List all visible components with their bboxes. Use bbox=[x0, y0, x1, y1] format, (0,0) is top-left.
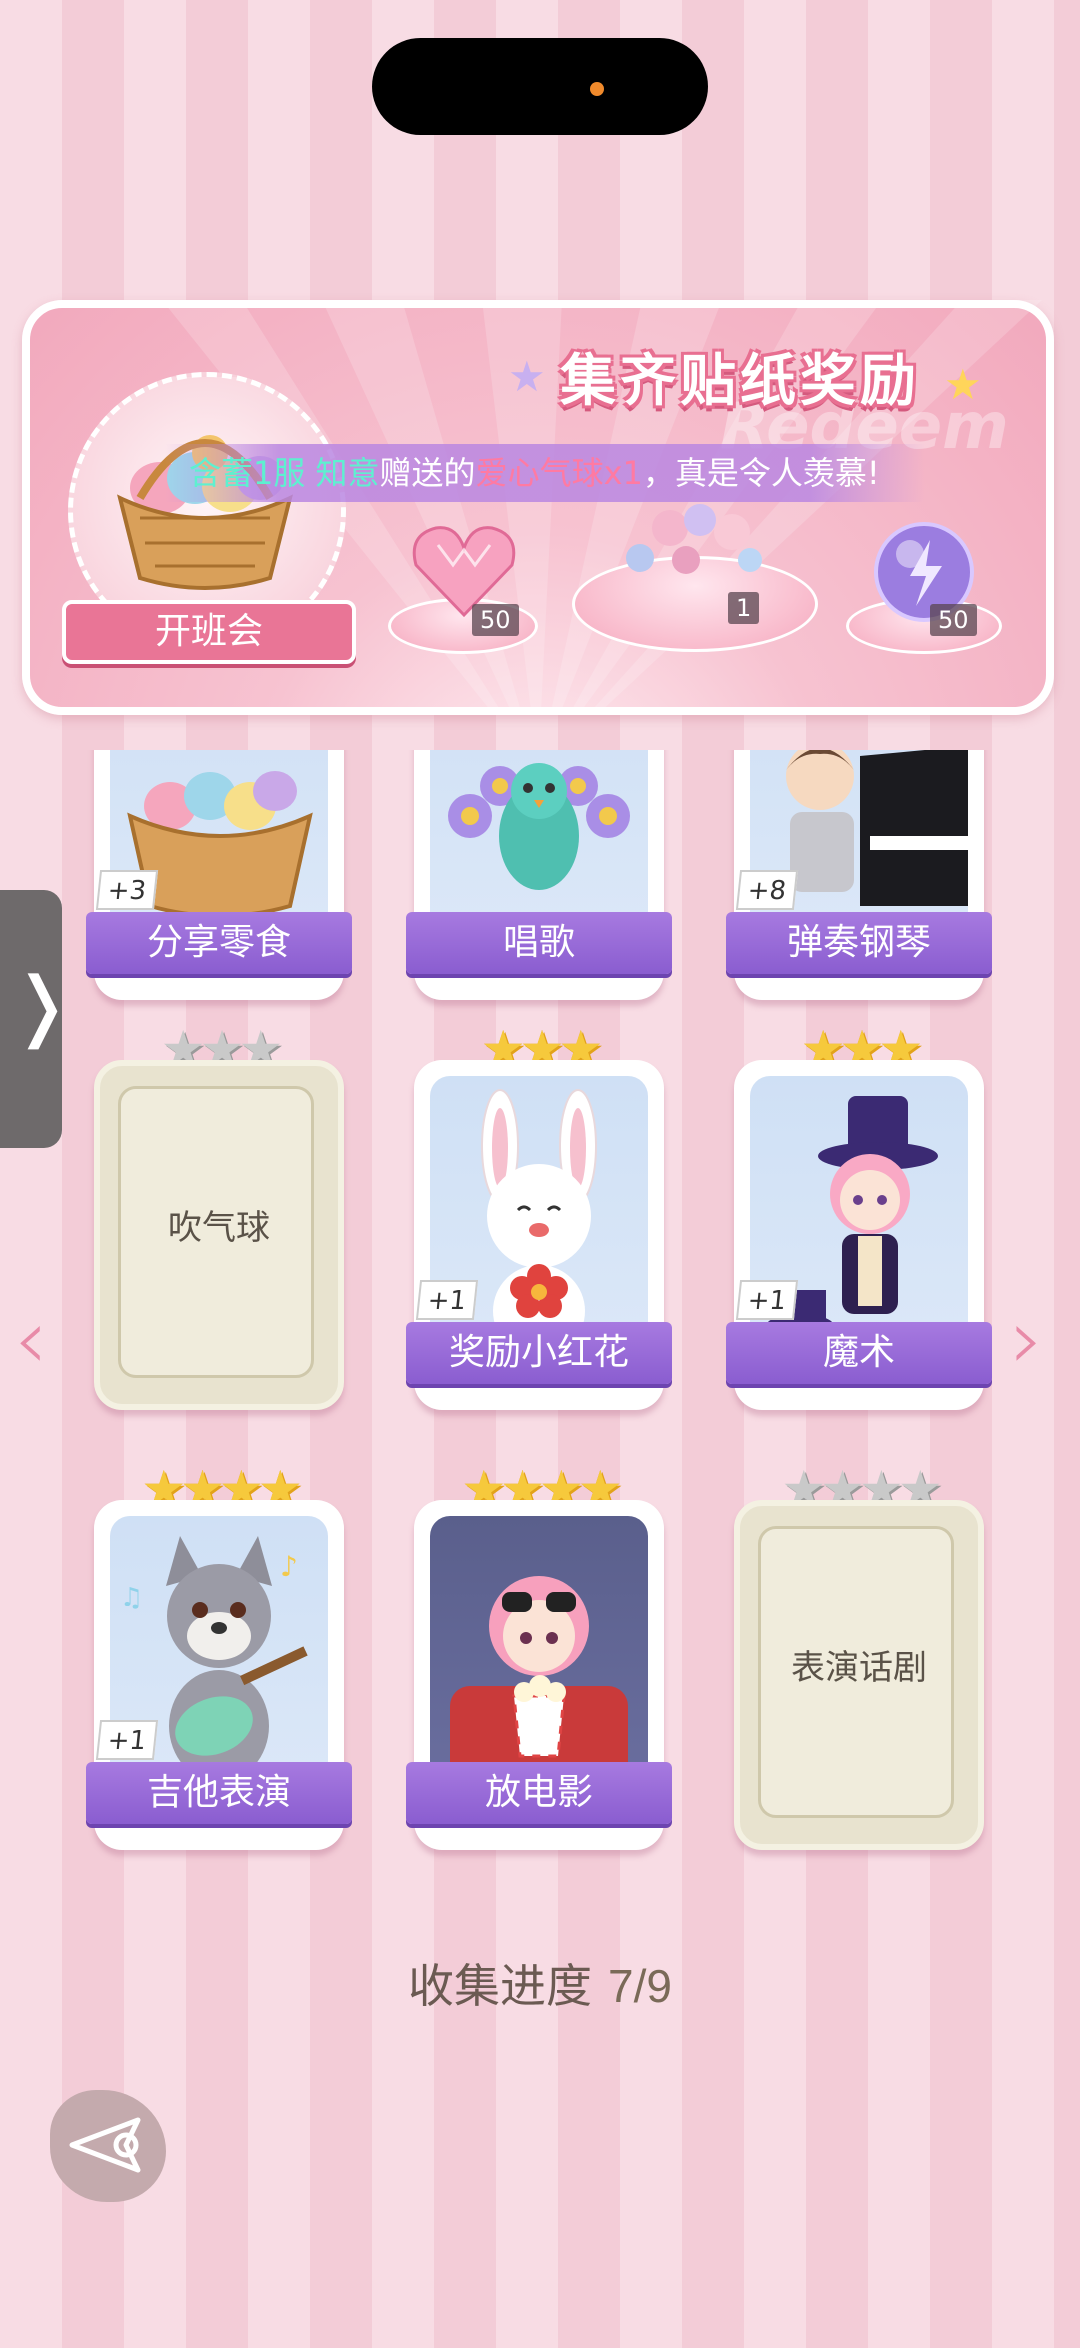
reward-count: 50 bbox=[472, 604, 519, 636]
card-label: 放电影 bbox=[406, 1762, 672, 1824]
reward-count: 1 bbox=[728, 592, 760, 624]
reward-count: 50 bbox=[930, 604, 977, 636]
sticker-card-locked[interactable]: ★★★ 吹气球 bbox=[94, 1020, 344, 1410]
card-label: 分享零食 bbox=[86, 912, 352, 974]
broadcast-tail: ，真是令人羡慕! bbox=[642, 454, 880, 492]
sticker-card[interactable]: ★★★★ 放电影 bbox=[406, 1460, 672, 1850]
recording-indicator-icon bbox=[590, 82, 604, 96]
bonus-badge: +3 bbox=[95, 870, 159, 910]
card-label: 奖励小红花 bbox=[406, 1322, 672, 1384]
sticker-card-locked[interactable]: ★★★★ 表演话剧 bbox=[734, 1460, 984, 1850]
yellow-star-icon: ★ bbox=[944, 360, 982, 409]
card-label: 吹气球 bbox=[168, 1208, 270, 1248]
collection-progress: 收集进度 7/9 bbox=[0, 1950, 1080, 2016]
card-label: 弹奏钢琴 bbox=[726, 912, 992, 974]
sticker-card[interactable]: ★★★★ ♪ ♫ 吉他表演 +1 bbox=[86, 1460, 352, 1850]
bonus-badge: +1 bbox=[415, 1280, 479, 1320]
progress-value: 7/9 bbox=[608, 1960, 672, 2012]
bonus-badge: +8 bbox=[735, 870, 799, 910]
sticker-card[interactable]: ★★★ 奖励小红花 +1 bbox=[406, 1020, 672, 1410]
svg-text:♫: ♫ bbox=[120, 1583, 143, 1613]
broadcast-item: 爱心气球x1 bbox=[475, 454, 643, 492]
svg-text:♪: ♪ bbox=[280, 1550, 298, 1583]
next-page-arrow-icon[interactable]: › bbox=[1010, 1290, 1044, 1388]
purple-star-icon: ★ bbox=[508, 352, 546, 401]
card-label: 唱歌 bbox=[406, 912, 672, 974]
banner-title: 集齐贴纸奖励 bbox=[560, 348, 920, 414]
bonus-badge: +1 bbox=[95, 1720, 159, 1760]
card-label: 表演话剧 bbox=[791, 1648, 927, 1688]
card-label: 吉他表演 bbox=[86, 1762, 352, 1824]
progress-label: 收集进度 bbox=[408, 1960, 593, 2012]
bonus-badge: +1 bbox=[735, 1280, 799, 1320]
broadcast-user: 含蓄1服 知意 bbox=[189, 454, 380, 492]
balloon-bundle-icon[interactable] bbox=[600, 498, 790, 588]
sticker-card[interactable]: 唱歌 bbox=[406, 750, 672, 1000]
event-button[interactable]: 开班会 bbox=[62, 600, 356, 664]
sticker-card[interactable]: ★★★ 魔术 +1 bbox=[726, 1020, 992, 1410]
broadcast-text: 赠送的 bbox=[379, 454, 476, 492]
back-arrow-icon bbox=[69, 2117, 141, 2173]
sticker-card[interactable]: 弹奏钢琴 +8 bbox=[726, 750, 992, 1000]
sticker-card[interactable]: 分享零食 +3 bbox=[86, 750, 352, 1000]
chevron-right-icon: ❭ bbox=[10, 960, 74, 1049]
gift-broadcast-marquee: 含蓄1服 知意赠送的爱心气球x1，真是令人羡慕! bbox=[165, 444, 925, 502]
card-label: 魔术 bbox=[726, 1322, 992, 1384]
dynamic-island bbox=[372, 38, 708, 135]
prev-page-arrow-icon[interactable]: ‹ bbox=[14, 1290, 48, 1388]
sticker-grid: 分享零食 +3 唱歌 弹奏钢琴 +8 ★★★ 吹气球 ★★★ 奖励小红花 +1 … bbox=[0, 750, 1080, 1880]
